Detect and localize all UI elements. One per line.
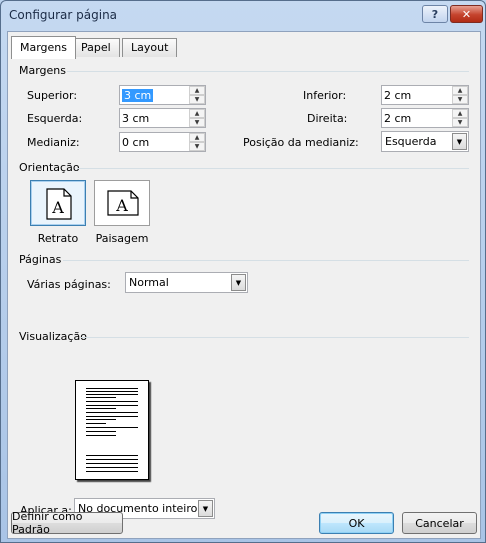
medianiz-value[interactable]: 0 cm — [122, 136, 149, 149]
varias-paginas-select[interactable]: Normal ▼ — [125, 272, 248, 293]
esquerda-spinbox[interactable]: 3 cm ▲ ▼ — [119, 108, 206, 128]
dropdown-arrow-icon[interactable]: ▼ — [452, 133, 467, 150]
direita-label: Direita: — [307, 112, 348, 125]
medianiz-label: Medianiz: — [27, 136, 80, 149]
section-divider — [63, 260, 469, 261]
varias-paginas-value: Normal — [129, 276, 169, 289]
cancel-button[interactable]: Cancelar — [402, 512, 477, 534]
preview-text-line — [86, 459, 138, 460]
page-setup-dialog: Configurar página ? ✕ Margens Papel Layo… — [0, 0, 486, 543]
preview-text-line — [86, 435, 116, 436]
ok-label: OK — [348, 516, 365, 530]
portrait-label: Retrato — [37, 232, 79, 245]
section-divider — [77, 168, 469, 169]
spin-up-icon[interactable]: ▲ — [189, 133, 205, 142]
inferior-spin-arrows[interactable]: ▲ ▼ — [452, 86, 468, 104]
set-default-label: Definir como Padrão — [12, 510, 83, 536]
preview-text-line — [86, 388, 138, 389]
section-paginas-title: Páginas — [19, 253, 62, 266]
tab-layout[interactable]: Layout — [122, 38, 178, 57]
spin-up-icon[interactable]: ▲ — [189, 86, 205, 95]
preview-text-line — [86, 455, 138, 456]
superior-spinbox[interactable]: 3 cm ▲ ▼ — [119, 85, 206, 105]
superior-spin-arrows[interactable]: ▲ ▼ — [189, 86, 205, 104]
help-button[interactable]: ? — [422, 5, 448, 23]
spin-up-icon[interactable]: ▲ — [452, 86, 468, 95]
section-margens-title: Margens — [19, 64, 67, 77]
tab-panel-margens: Margens Superior: 3 cm ▲ ▼ Esquerda: 3 c… — [11, 58, 475, 524]
spin-down-icon[interactable]: ▼ — [189, 142, 205, 151]
spin-down-icon[interactable]: ▼ — [452, 95, 468, 104]
medianiz-spin-arrows[interactable]: ▲ ▼ — [189, 133, 205, 151]
tab-label: Margens — [20, 41, 68, 54]
spin-up-icon[interactable]: ▲ — [452, 109, 468, 118]
medianiz-spinbox[interactable]: 0 cm ▲ ▼ — [119, 132, 206, 152]
preview-text-line — [86, 397, 116, 398]
varias-paginas-label: Várias páginas: — [27, 278, 111, 291]
tab-margens[interactable]: Margens — [11, 36, 77, 59]
posicao-medianiz-label: Posição da medianiz: — [243, 136, 359, 149]
preview-text-line — [86, 423, 106, 424]
preview-text-line — [86, 412, 138, 413]
preview-text-line — [86, 471, 138, 472]
svg-text:A: A — [51, 198, 64, 217]
esquerda-value[interactable]: 3 cm — [122, 112, 149, 125]
preview-text-line — [86, 391, 138, 392]
preview-text-line — [86, 467, 138, 468]
spin-down-icon[interactable]: ▼ — [189, 95, 205, 104]
ok-button[interactable]: OK — [319, 512, 394, 534]
portrait-button[interactable]: A — [30, 180, 86, 226]
help-icon: ? — [431, 7, 439, 21]
section-divider — [67, 71, 469, 72]
superior-label: Superior: — [27, 89, 78, 102]
spin-up-icon[interactable]: ▲ — [189, 109, 205, 118]
title-bar[interactable]: Configurar página ? ✕ — [1, 1, 485, 31]
section-visualizacao-title: Visualização — [19, 330, 87, 343]
preview-text-line — [86, 419, 116, 420]
landscape-label: Paisagem — [95, 232, 149, 245]
preview-text-line — [86, 427, 138, 428]
close-button[interactable]: ✕ — [450, 5, 483, 23]
superior-value[interactable]: 3 cm — [122, 89, 154, 102]
posicao-medianiz-value: Esquerda — [385, 135, 437, 148]
preview-text-line — [86, 401, 138, 402]
svg-text:A: A — [115, 196, 128, 215]
page-preview — [75, 380, 149, 480]
preview-text-line — [86, 405, 138, 406]
spin-down-icon[interactable]: ▼ — [189, 118, 205, 127]
set-default-button[interactable]: Definir como Padrão — [11, 510, 123, 536]
cancel-label: Cancelar — [415, 516, 464, 530]
esquerda-label: Esquerda: — [27, 112, 83, 125]
direita-value[interactable]: 2 cm — [384, 112, 411, 125]
dialog-body: Margens Papel Layout Margens Superior: 3… — [7, 31, 481, 539]
esquerda-spin-arrows[interactable]: ▲ ▼ — [189, 109, 205, 127]
spin-down-icon[interactable]: ▼ — [452, 118, 468, 127]
portrait-page-icon: A — [46, 188, 72, 220]
close-icon: ✕ — [461, 7, 472, 21]
dropdown-arrow-icon[interactable]: ▼ — [198, 500, 213, 517]
section-divider — [81, 337, 469, 338]
landscape-button[interactable]: A — [94, 180, 150, 226]
preview-text-line — [86, 431, 116, 432]
inferior-label: Inferior: — [303, 89, 347, 102]
tab-label: Papel — [81, 41, 111, 54]
tab-label: Layout — [131, 41, 169, 54]
direita-spin-arrows[interactable]: ▲ ▼ — [452, 109, 468, 127]
inferior-spinbox[interactable]: 2 cm ▲ ▼ — [381, 85, 469, 105]
preview-text-line — [86, 463, 138, 464]
preview-text-line — [86, 416, 138, 417]
direita-spinbox[interactable]: 2 cm ▲ ▼ — [381, 108, 469, 128]
dropdown-arrow-icon[interactable]: ▼ — [231, 274, 246, 291]
preview-text-line — [86, 394, 138, 395]
landscape-page-icon: A — [107, 190, 139, 216]
tab-papel[interactable]: Papel — [72, 38, 120, 57]
preview-text-line — [86, 408, 116, 409]
posicao-medianiz-select[interactable]: Esquerda ▼ — [381, 131, 469, 152]
window-title: Configurar página — [9, 8, 118, 22]
section-orientacao-title: Orientação — [19, 161, 80, 174]
inferior-value[interactable]: 2 cm — [384, 89, 411, 102]
